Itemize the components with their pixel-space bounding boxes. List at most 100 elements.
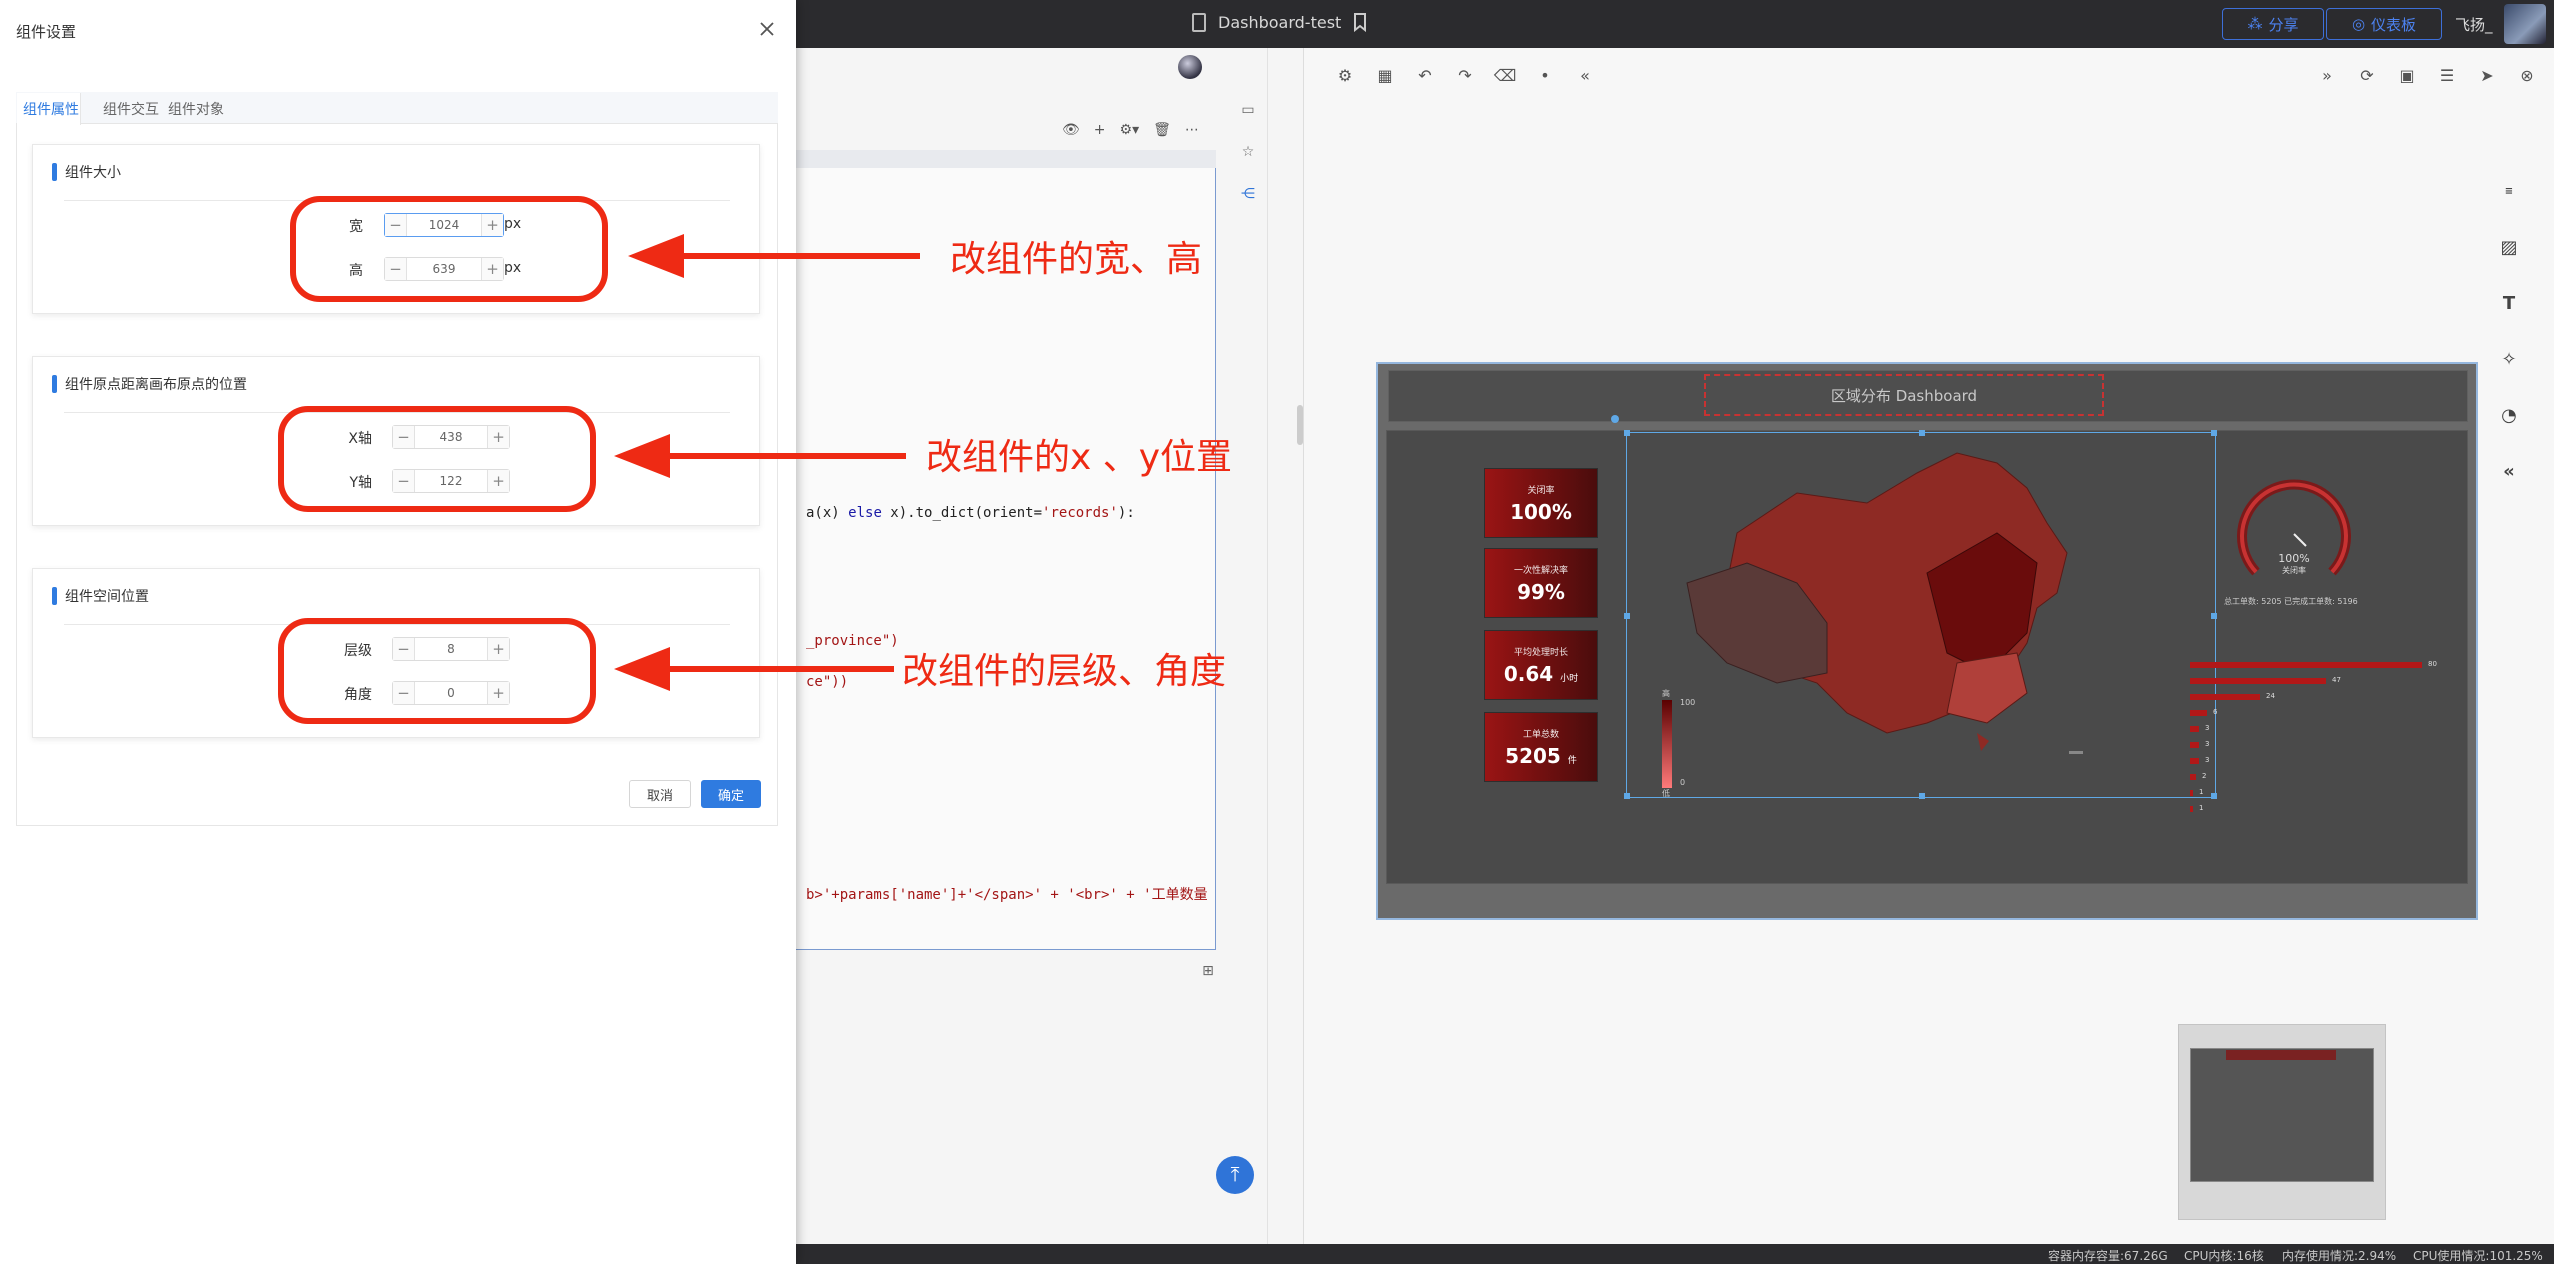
tab-component-properties[interactable]: 组件属性 bbox=[23, 99, 79, 119]
bar-mark bbox=[2190, 710, 2207, 716]
dashboard-button[interactable]: ◎ 仪表板 bbox=[2326, 8, 2442, 40]
panel-resize-handle[interactable] bbox=[1297, 405, 1303, 445]
bar-value-label: 3 bbox=[2205, 756, 2210, 764]
comment-icon[interactable]: ▭ bbox=[1240, 102, 1256, 118]
size-section-title: 组件大小 bbox=[52, 162, 121, 182]
collapse-palette-icon[interactable]: « bbox=[2498, 460, 2520, 482]
dashboard-toolbar-right: » ⟳ ▣ ☰ ➤ ⊗ bbox=[2318, 66, 2536, 85]
resize-handle-nw[interactable] bbox=[1624, 430, 1630, 436]
bar-value-label: 80 bbox=[2428, 660, 2437, 668]
dashboard-toolbar-left: ⚙ ▦ ↶ ↷ ⌫ • « bbox=[1336, 66, 1594, 85]
settings-dropdown-icon[interactable]: ⚙▾ bbox=[1120, 122, 1140, 138]
rotate-handle[interactable] bbox=[1611, 415, 1619, 423]
cpu-cores-status: CPU内核:16核 bbox=[2184, 1249, 2264, 1263]
annotation-ring-size bbox=[290, 196, 608, 302]
share-nodes-icon[interactable]: ⋲ bbox=[1240, 186, 1256, 202]
sparkle-widget-icon[interactable]: ✧ bbox=[2498, 348, 2520, 370]
user-avatar[interactable] bbox=[2504, 4, 2546, 44]
redo-icon[interactable]: ↷ bbox=[1456, 66, 1474, 85]
space-section-title: 组件空间位置 bbox=[52, 586, 149, 606]
bar-mark bbox=[2190, 806, 2193, 812]
bar-value-label: 3 bbox=[2205, 724, 2210, 732]
gauge-summary: 总工单数: 5205 已完成工单数: 5196 bbox=[2224, 597, 2358, 606]
cancel-button[interactable]: 取消 bbox=[629, 780, 691, 808]
bar-mark bbox=[2190, 790, 2193, 796]
close-icon[interactable] bbox=[756, 18, 778, 40]
selected-map-component[interactable] bbox=[1624, 430, 2217, 799]
legend-max-value: 100 bbox=[1680, 698, 1696, 707]
text-widget-icon[interactable]: T bbox=[2498, 292, 2520, 314]
save-icon[interactable]: ▣ bbox=[2398, 66, 2416, 85]
share-icon: ⁂ bbox=[2247, 15, 2263, 33]
title-widget-icon[interactable]: ≡ bbox=[2498, 180, 2520, 202]
refresh-icon[interactable]: ⟳ bbox=[2358, 66, 2376, 85]
bar-value-label: 3 bbox=[2205, 740, 2210, 748]
bar-value-label: 6 bbox=[2213, 708, 2218, 716]
trash-icon[interactable]: 🗑 bbox=[1153, 122, 1171, 138]
resize-handle-w[interactable] bbox=[1624, 613, 1630, 619]
resize-handle-e[interactable] bbox=[2211, 613, 2217, 619]
share-button[interactable]: ⁂ 分享 bbox=[2222, 8, 2324, 40]
close-rate-gauge[interactable] bbox=[2234, 474, 2354, 594]
document-title-text: Dashboard-test bbox=[1218, 12, 1342, 32]
bookmark-icon[interactable] bbox=[1353, 12, 1367, 32]
resize-handle-n[interactable] bbox=[1919, 430, 1925, 436]
close-circle-icon[interactable]: ⊗ bbox=[2518, 66, 2536, 85]
memory-usage-status: 内存使用情况:2.94% bbox=[2282, 1249, 2397, 1263]
collapse-left-icon[interactable]: « bbox=[1576, 66, 1594, 85]
eraser-icon[interactable]: ⌫ bbox=[1494, 66, 1517, 85]
star-icon[interactable]: ☆ bbox=[1240, 144, 1256, 160]
undo-icon[interactable]: ↶ bbox=[1416, 66, 1434, 85]
bar-value-label: 2 bbox=[2202, 772, 2207, 780]
palette-icon[interactable]: ◔ bbox=[2498, 404, 2520, 426]
template-icon[interactable]: ☰ bbox=[2438, 66, 2456, 85]
legend-low-label: 低 bbox=[1662, 789, 1670, 798]
tab-component-object[interactable]: 组件对象 bbox=[168, 99, 224, 119]
side-rail bbox=[1228, 48, 1268, 1244]
map-icon[interactable]: ▦ bbox=[1376, 66, 1394, 85]
user-name[interactable]: 飞扬_ bbox=[2455, 14, 2493, 35]
scroll-to-top-button[interactable]: ⤒ bbox=[1216, 1156, 1254, 1194]
document-icon bbox=[1192, 12, 1206, 32]
send-icon[interactable]: ➤ bbox=[2478, 66, 2496, 85]
annotation-text-space: 改组件的层级、角度 bbox=[902, 651, 1227, 692]
document-title: Dashboard-test bbox=[1192, 12, 1367, 32]
annotation-text-position: 改组件的x 、y位置 bbox=[926, 437, 1233, 478]
kpi-card[interactable]: 工单总数 5205 件 bbox=[1484, 712, 1598, 782]
annotation-ring-space bbox=[278, 618, 596, 724]
bar-mark bbox=[2190, 678, 2326, 684]
resize-handle-s[interactable] bbox=[1919, 793, 1925, 799]
bar-value-label: 24 bbox=[2266, 692, 2275, 700]
legend-min-value: 0 bbox=[1680, 778, 1686, 787]
bar-value-label: 47 bbox=[2332, 676, 2341, 684]
code-line-4: b>'+params['name']+'</span>' + '<br>' + … bbox=[806, 887, 1208, 903]
bar-mark bbox=[2190, 662, 2422, 668]
eye-icon[interactable]: 👁 bbox=[1062, 122, 1080, 138]
cell-header-line bbox=[796, 150, 1216, 168]
code-line-2: _province") bbox=[806, 633, 899, 649]
expand-right-icon[interactable]: » bbox=[2318, 66, 2336, 85]
tab-component-interaction[interactable]: 组件交互 bbox=[103, 99, 159, 119]
drawer-title: 组件设置 bbox=[16, 23, 77, 41]
confirm-button[interactable]: 确定 bbox=[701, 780, 761, 808]
minimap-viewport[interactable] bbox=[2190, 1048, 2374, 1182]
annotation-ring-position bbox=[278, 406, 596, 512]
dashboard-title[interactable]: 区域分布 Dashboard bbox=[1704, 374, 2104, 416]
plus-icon[interactable]: + bbox=[1094, 122, 1106, 138]
kpi-card[interactable]: 平均处理时长 0.64 小时 bbox=[1484, 630, 1598, 700]
cell-toolbar: 👁 + ⚙▾ 🗑 ⋯ bbox=[1062, 122, 1199, 138]
kpi-card[interactable]: 关闭率 100% bbox=[1484, 468, 1598, 538]
image-widget-icon[interactable]: ▨ bbox=[2498, 236, 2520, 258]
more-icon[interactable]: ⋯ bbox=[1185, 122, 1199, 138]
bar-mark bbox=[2190, 742, 2199, 748]
kpi-card[interactable]: 一次性解决率 99% bbox=[1484, 548, 1598, 618]
cell-grid-icon[interactable]: ⊞ bbox=[1200, 963, 1216, 979]
collaborator-avatar[interactable] bbox=[1178, 55, 1202, 79]
resize-handle-se[interactable] bbox=[2211, 793, 2217, 799]
gear-icon[interactable]: ⚙ bbox=[1336, 66, 1354, 85]
resize-handle-sw[interactable] bbox=[1624, 793, 1630, 799]
bar-mark bbox=[2190, 726, 2199, 732]
bar-value-label: 1 bbox=[2199, 804, 2204, 812]
resize-handle-ne[interactable] bbox=[2211, 430, 2217, 436]
dot-icon[interactable]: • bbox=[1536, 66, 1554, 85]
